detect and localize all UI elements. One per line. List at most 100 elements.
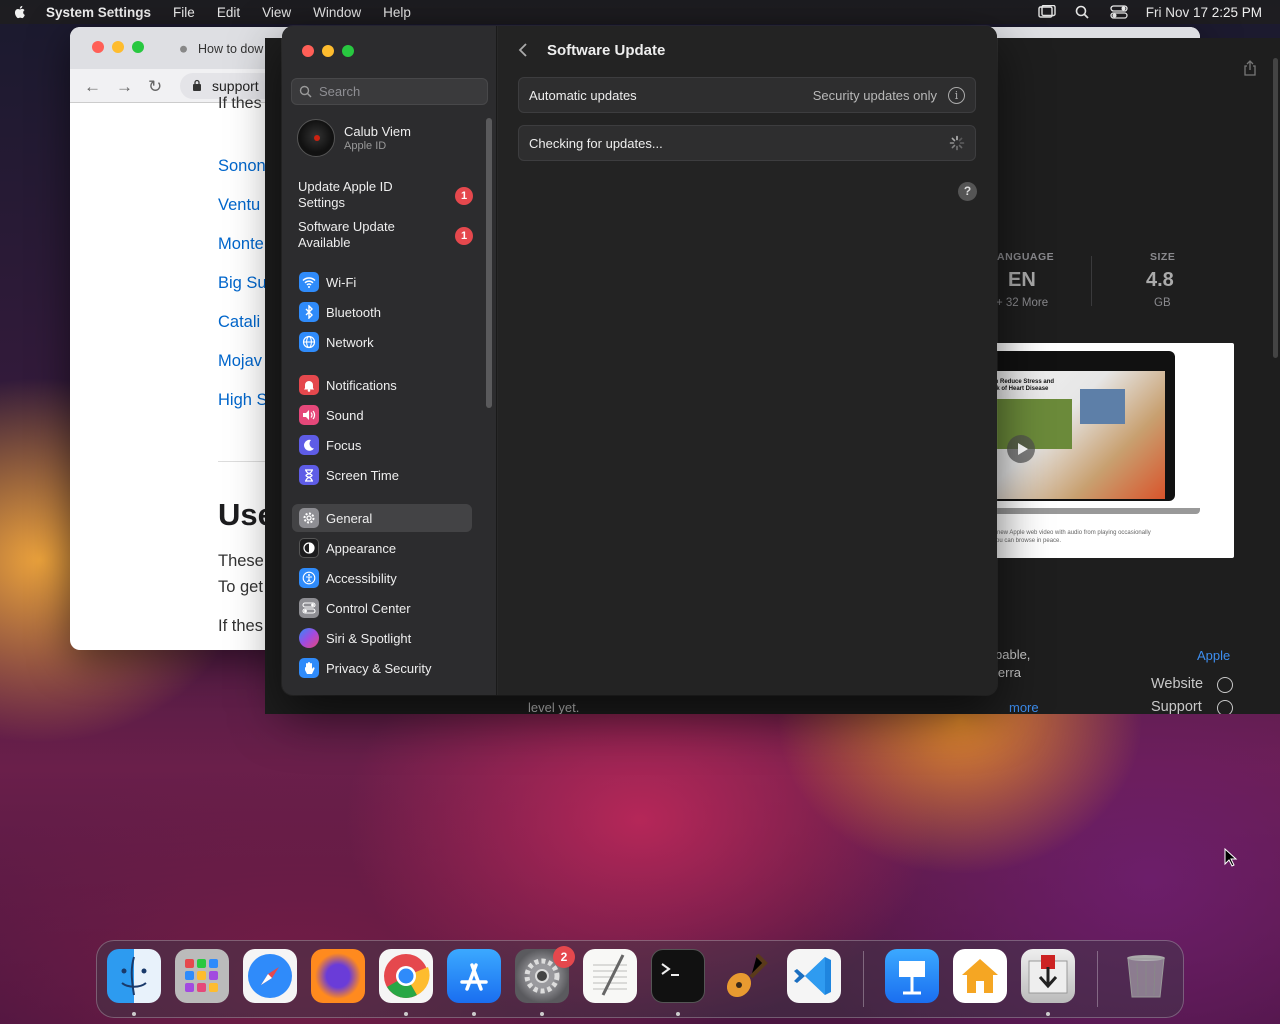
description-line-1: pable,	[995, 647, 1031, 662]
dock-home[interactable]	[953, 949, 1007, 1003]
page-title: Software Update	[547, 42, 666, 59]
moon-icon	[299, 435, 319, 455]
keynote-podium-icon	[899, 961, 925, 995]
link-sonoma[interactable]: Sonon	[218, 157, 268, 196]
question-circle-icon[interactable]	[1217, 700, 1233, 714]
notification-badge: 1	[455, 227, 473, 245]
scrollbar[interactable]	[1273, 58, 1278, 358]
guitar-icon	[726, 953, 768, 998]
dock-terminal[interactable]	[651, 949, 705, 1003]
sidebar-item-bluetooth[interactable]: Bluetooth	[292, 298, 472, 326]
menu-file[interactable]: File	[173, 5, 195, 20]
sidebar-item-general[interactable]: General	[292, 504, 472, 532]
sidebar-item-wifi[interactable]: Wi-Fi	[292, 268, 472, 296]
screenshot-preview[interactable]: Can Reduce Stress and Risk of Heart Dise…	[985, 343, 1234, 558]
sidebar-item-sound[interactable]: Sound	[292, 401, 472, 429]
menu-view[interactable]: View	[262, 5, 291, 20]
sidebar-item-accessibility[interactable]: Accessibility	[292, 564, 472, 592]
sidebar-item-network[interactable]: Network	[292, 328, 472, 356]
dock-keynote[interactable]	[885, 949, 939, 1003]
dock-chrome[interactable]	[379, 949, 433, 1003]
sidebar-scrollbar[interactable]	[486, 118, 492, 408]
menu-bar: System Settings File Edit View Window He…	[0, 0, 1280, 24]
checking-updates-row: Checking for updates...	[518, 125, 976, 161]
link-high-sierra[interactable]: High S	[218, 391, 268, 430]
textedit-icon	[593, 954, 627, 996]
menu-window[interactable]: Window	[313, 5, 361, 20]
dock-trash[interactable]	[1119, 949, 1173, 1003]
help-button[interactable]: ?	[958, 182, 977, 201]
system-settings-window: Search Calub Viem Apple ID Update Apple …	[282, 26, 997, 695]
sidebar-item-appearance[interactable]: Appearance	[292, 534, 472, 562]
sidebar-item-label: Sound	[326, 407, 364, 423]
sidebar-item-label: General	[326, 510, 373, 526]
support-link[interactable]: Support	[1151, 699, 1202, 714]
sidebar-item-label: Focus	[326, 437, 362, 453]
sidebar-item-label: Control Center	[326, 600, 411, 616]
dock-finder[interactable]	[107, 949, 161, 1003]
play-icon[interactable]	[1007, 435, 1035, 463]
back-chevron-icon[interactable]	[517, 42, 529, 58]
close-button[interactable]	[302, 45, 314, 57]
back-arrow-icon[interactable]: ←	[84, 77, 101, 97]
control-center-icon	[299, 598, 319, 618]
link-monterey[interactable]: Monte	[218, 235, 268, 274]
close-button[interactable]	[92, 41, 104, 53]
dock-app-store[interactable]	[447, 949, 501, 1003]
sidebar-item-siri-spotlight[interactable]: Siri & Spotlight	[292, 624, 472, 652]
automatic-updates-row[interactable]: Automatic updates Security updates only …	[518, 77, 976, 113]
dock-installer[interactable]	[1021, 949, 1075, 1003]
link-ventura[interactable]: Ventu	[218, 196, 268, 235]
notice-update-apple-id[interactable]: Update Apple ID Settings 1	[298, 179, 473, 211]
minimize-button[interactable]	[322, 45, 334, 57]
menubar-clock[interactable]: Fri Nov 17 2:25 PM	[1146, 5, 1262, 20]
screen-mirroring-icon[interactable]	[1038, 5, 1056, 19]
zoom-button[interactable]	[342, 45, 354, 57]
trash-icon	[1127, 955, 1165, 998]
control-center-icon[interactable]	[1110, 5, 1128, 19]
website-link[interactable]: Website	[1151, 676, 1203, 692]
app-store-icon	[460, 963, 488, 991]
share-icon[interactable]	[1243, 60, 1257, 76]
more-link[interactable]: more	[1009, 700, 1039, 714]
notification-badge: 1	[455, 187, 473, 205]
reload-icon[interactable]: ↻	[148, 77, 162, 97]
apple-id-account[interactable]: Calub Viem Apple ID	[297, 119, 477, 159]
dock-safari[interactable]	[243, 949, 297, 1003]
dock-textedit[interactable]	[583, 949, 637, 1003]
running-indicator	[472, 1012, 476, 1016]
dock-firefox[interactable]	[311, 949, 365, 1003]
menu-edit[interactable]: Edit	[217, 5, 240, 20]
sidebar-item-focus[interactable]: Focus	[292, 431, 472, 459]
browser-tab-title[interactable]: How to dow	[198, 42, 263, 56]
apple-menu-icon[interactable]	[12, 4, 28, 20]
sidebar-item-screen-time[interactable]: Screen Time	[292, 461, 472, 489]
spotlight-search-icon[interactable]	[1074, 5, 1092, 19]
dock-launchpad[interactable]	[175, 949, 229, 1003]
link-big-sur[interactable]: Big Su	[218, 274, 268, 313]
sidebar-item-privacy-security[interactable]: Privacy & Security	[292, 654, 472, 682]
sidebar-item-control-center[interactable]: Control Center	[292, 594, 472, 622]
bell-icon	[299, 375, 319, 395]
running-indicator	[1046, 1012, 1050, 1016]
dock-vscode[interactable]	[787, 949, 841, 1003]
developer-link[interactable]: Apple	[1197, 648, 1230, 663]
compass-icon[interactable]	[1217, 677, 1233, 693]
link-mojave[interactable]: Mojav	[218, 352, 268, 391]
menu-app-name[interactable]: System Settings	[46, 5, 151, 20]
notice-label: Software Update Available	[298, 219, 395, 250]
notice-software-update[interactable]: Software Update Available 1	[298, 219, 473, 251]
search-input[interactable]: Search	[291, 78, 488, 105]
dock-garageband[interactable]	[719, 949, 773, 1003]
menu-help[interactable]: Help	[383, 5, 411, 20]
forward-arrow-icon[interactable]: →	[116, 77, 133, 97]
info-icon[interactable]: i	[948, 87, 965, 104]
dock-separator	[863, 951, 864, 1007]
minimize-button[interactable]	[112, 41, 124, 53]
dock: 2	[96, 940, 1184, 1018]
link-catalina[interactable]: Catali	[218, 313, 268, 352]
chrome-icon	[384, 954, 430, 998]
zoom-button[interactable]	[132, 41, 144, 53]
launchpad-grid-icon	[185, 959, 218, 992]
sidebar-item-notifications[interactable]: Notifications	[292, 371, 472, 399]
